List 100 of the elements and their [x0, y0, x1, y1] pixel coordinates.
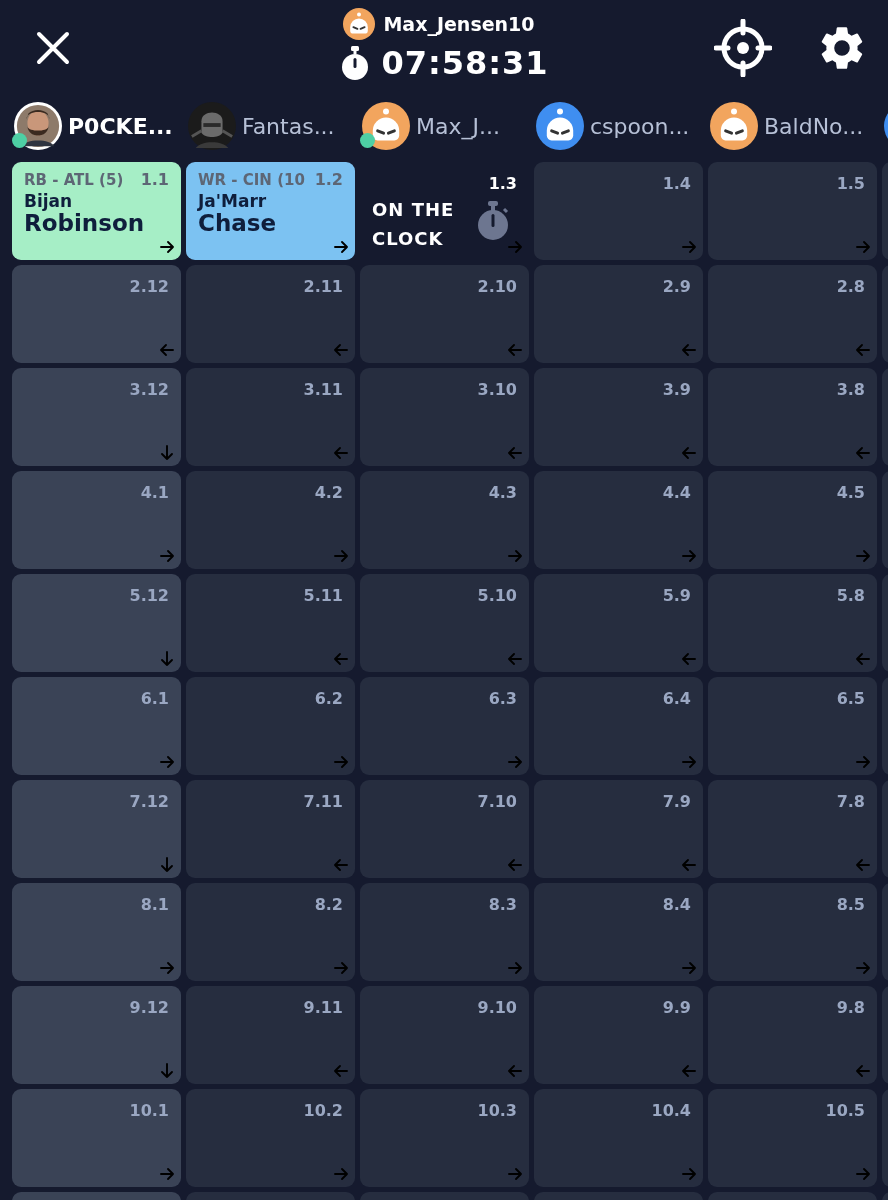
pick-number: 9.12	[129, 998, 169, 1017]
team-tab[interactable]: BaldNo...	[710, 102, 884, 150]
pick-number: 2.11	[303, 277, 343, 296]
player-position: RB - ATL (5)	[24, 171, 124, 189]
target-button[interactable]	[714, 19, 772, 77]
player-position: WR - CIN (10	[198, 171, 305, 189]
pick-number: 1.2	[314, 170, 343, 189]
team-tab[interactable]: Fantas...	[188, 102, 362, 150]
player-last-name: Robinson	[24, 211, 146, 237]
draft-cell[interactable]: 5.10	[360, 574, 529, 672]
pick-number: 5.10	[477, 586, 517, 605]
draft-cell[interactable]: 6.1	[12, 677, 181, 775]
draft-cell[interactable]: 6.3	[360, 677, 529, 775]
draft-cell[interactable]: 3.8	[708, 368, 877, 466]
draft-cell[interactable]: 2.12	[12, 265, 181, 363]
pick-number: 1.3	[488, 174, 517, 193]
draft-cell[interactable]: 8.3	[360, 883, 529, 981]
draft-cell[interactable]: 9.11	[186, 986, 355, 1084]
draft-cell[interactable]: 4.5	[708, 471, 877, 569]
draft-cell[interactable]: 8.2	[186, 883, 355, 981]
pick-number: 7.12	[129, 792, 169, 811]
pick-number: 7.9	[662, 792, 691, 811]
pick-number: 5.12	[129, 586, 169, 605]
pick-number: 1.4	[662, 174, 691, 193]
draft-cell[interactable]: 10.5	[708, 1089, 877, 1187]
draft-cell[interactable]: 4.1	[12, 471, 181, 569]
draft-cell[interactable]: RB - ATL (5) 1.1 Bijan Robinson	[12, 162, 181, 260]
stopwatch-icon	[475, 200, 511, 242]
pick-number: 2.10	[477, 277, 517, 296]
pick-number: 10.4	[651, 1101, 691, 1120]
draft-cell[interactable]: 4.3	[360, 471, 529, 569]
pick-number: 3.12	[129, 380, 169, 399]
draft-cell[interactable]: 5.9	[534, 574, 703, 672]
draft-cell[interactable]: 2.8	[708, 265, 877, 363]
pick-number: 4.4	[662, 483, 691, 502]
player-first-name: Ja'Marr	[198, 191, 268, 211]
draft-cell[interactable]: 2.9	[534, 265, 703, 363]
player-last-name: Chase	[198, 211, 278, 237]
current-user-name: Max_Jensen10	[383, 13, 535, 35]
draft-cell[interactable]: 2.11	[186, 265, 355, 363]
draft-cell[interactable]: 8.5	[708, 883, 877, 981]
team-tab[interactable]: cspoon...	[536, 102, 710, 150]
draft-cell[interactable]: 2.10	[360, 265, 529, 363]
pick-number: 8.5	[836, 895, 865, 914]
team-tab[interactable]: Max_J...	[362, 102, 536, 150]
pick-number: 4.5	[836, 483, 865, 502]
draft-cell[interactable]: 1.5	[708, 162, 877, 260]
pick-number: 6.1	[140, 689, 169, 708]
draft-cell[interactable]: 5.12	[12, 574, 181, 672]
draft-cell[interactable]: 7.9	[534, 780, 703, 878]
draft-cell[interactable]: 7.8	[708, 780, 877, 878]
draft-cell[interactable]: 8.4	[534, 883, 703, 981]
pick-number: 10.2	[303, 1101, 343, 1120]
pick-number: 4.2	[314, 483, 343, 502]
pick-number: 6.5	[836, 689, 865, 708]
draft-cell[interactable]: 10.3	[360, 1089, 529, 1187]
draft-cell[interactable]: 3.11	[186, 368, 355, 466]
pick-number: 7.8	[836, 792, 865, 811]
draft-cell[interactable]: 1.4	[534, 162, 703, 260]
pick-number: 4.1	[140, 483, 169, 502]
pick-number: 10.5	[825, 1101, 865, 1120]
draft-cell[interactable]: 9.12	[12, 986, 181, 1084]
draft-cell[interactable]: 7.10	[360, 780, 529, 878]
on-the-clock-label: ON THE CLOCK	[372, 198, 456, 251]
pick-number: 8.4	[662, 895, 691, 914]
draft-cell[interactable]: 7.12	[12, 780, 181, 878]
draft-cell[interactable]: 3.12	[12, 368, 181, 466]
draft-cell[interactable]: WR - CIN (10 1.2 Ja'Marr Chase	[186, 162, 355, 260]
pick-number: 8.1	[140, 895, 169, 914]
draft-cell[interactable]: 3.9	[534, 368, 703, 466]
draft-cell[interactable]: 9.8	[708, 986, 877, 1084]
pick-number: 5.11	[303, 586, 343, 605]
draft-cell[interactable]: 6.5	[708, 677, 877, 775]
draft-cell[interactable]: 9.9	[534, 986, 703, 1084]
draft-cell[interactable]: 8.1	[12, 883, 181, 981]
draft-cell[interactable]: 4.4	[534, 471, 703, 569]
pick-number: 4.3	[488, 483, 517, 502]
pick-number: 2.12	[129, 277, 169, 296]
draft-cell[interactable]: 4.2	[186, 471, 355, 569]
draft-cell[interactable]: 6.4	[534, 677, 703, 775]
pick-number: 7.10	[477, 792, 517, 811]
draft-cell[interactable]: 7.11	[186, 780, 355, 878]
team-tab[interactable]: P0CKE...	[14, 102, 188, 150]
draft-cell[interactable]: 3.10	[360, 368, 529, 466]
close-button[interactable]	[36, 31, 70, 65]
pick-number: 9.9	[662, 998, 691, 1017]
draft-cell[interactable]: 10.2	[186, 1089, 355, 1187]
draft-cell[interactable]: 10.4	[534, 1089, 703, 1187]
draft-cell[interactable]: 10.1	[12, 1089, 181, 1187]
pick-number: 9.11	[303, 998, 343, 1017]
draft-cell[interactable]: 5.8	[708, 574, 877, 672]
draft-timer: 07:58:31	[381, 44, 549, 82]
pick-number: 3.11	[303, 380, 343, 399]
pick-number: 1.1	[140, 170, 169, 189]
draft-cell[interactable]: 1.3 ON THE CLOCK	[360, 162, 529, 260]
draft-cell[interactable]: 9.10	[360, 986, 529, 1084]
pick-number: 3.8	[836, 380, 865, 399]
pick-number: 2.8	[836, 277, 865, 296]
draft-cell[interactable]: 5.11	[186, 574, 355, 672]
draft-cell[interactable]: 6.2	[186, 677, 355, 775]
